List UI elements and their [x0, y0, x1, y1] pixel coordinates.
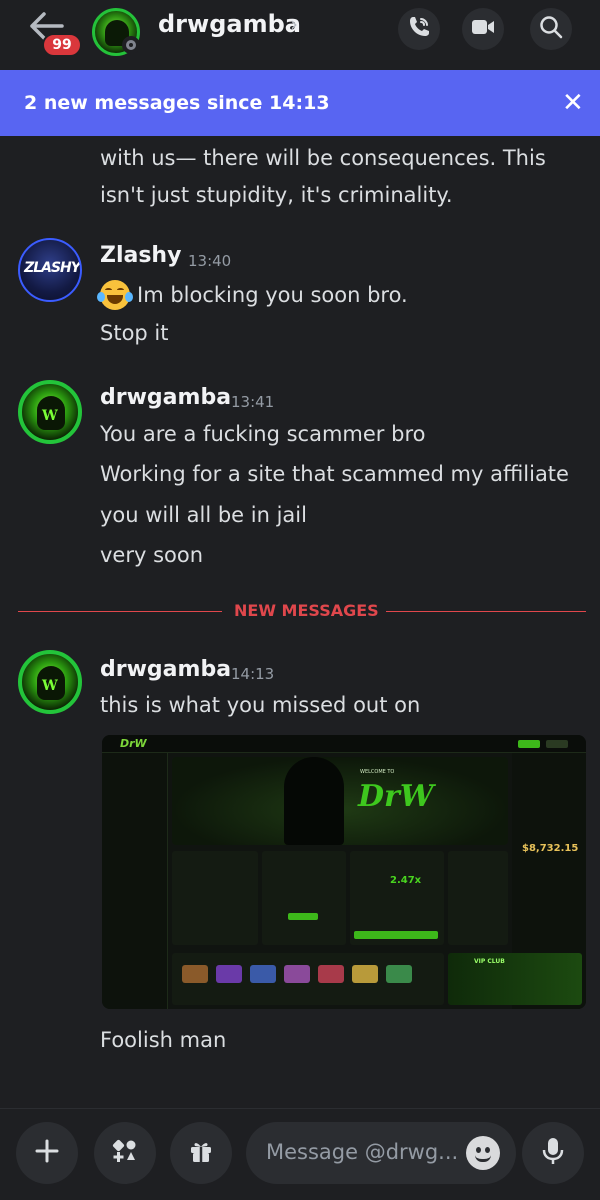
- apps-icon: [110, 1136, 140, 1170]
- search-button[interactable]: [530, 8, 572, 50]
- message-line: Stop it: [100, 321, 169, 345]
- add-attachment-button[interactable]: [16, 1122, 78, 1184]
- attachment-panel: [448, 851, 508, 945]
- phone-call-icon: [406, 14, 432, 44]
- attachment-login-button: [546, 740, 568, 748]
- video-camera-icon: [470, 16, 496, 42]
- case-icon: [352, 965, 378, 983]
- channel-name[interactable]: drwgamba: [158, 10, 301, 38]
- emoji-icon[interactable]: [466, 1136, 500, 1170]
- new-messages-divider-right: [386, 611, 586, 612]
- phone-call-button[interactable]: [398, 8, 440, 50]
- attachment-bet-button: [354, 931, 438, 939]
- message-author[interactable]: drwgamba: [100, 657, 231, 682]
- video-call-button[interactable]: [462, 8, 504, 50]
- case-icon: [318, 965, 344, 983]
- message-line: Working for a site that scammed my affil…: [100, 462, 569, 486]
- attachment-battle-button: [288, 913, 318, 920]
- voice-message-button[interactable]: [522, 1122, 584, 1184]
- case-icon: [216, 965, 242, 983]
- chevron-right-icon[interactable]: ›: [290, 12, 298, 36]
- attachment-welcome: WELCOME TO: [360, 769, 395, 775]
- joy-emoji-icon: [97, 280, 133, 310]
- message-line: Foolish man: [100, 1028, 227, 1052]
- unread-badge: 99: [42, 33, 82, 57]
- case-icon: [386, 965, 412, 983]
- attachment-hero: WELCOME TO DrW: [172, 757, 508, 845]
- message-line: isn't just stupidity, it's criminality.: [100, 183, 453, 207]
- message-input[interactable]: Message @drwg...: [246, 1122, 516, 1184]
- new-messages-divider-label: NEW MESSAGES: [234, 601, 379, 620]
- message-line: this is what you missed out on: [100, 693, 421, 717]
- hooded-figure: [284, 757, 344, 845]
- plus-icon: [33, 1137, 61, 1169]
- user-avatar[interactable]: ZLASHY: [18, 238, 82, 302]
- attachment-balance: $8,732.15: [522, 843, 579, 854]
- case-icon: [284, 965, 310, 983]
- message-author[interactable]: drwgamba: [100, 385, 231, 410]
- message-line: with us— there will be consequences. Thi…: [100, 146, 546, 170]
- apps-button[interactable]: [94, 1122, 156, 1184]
- image-attachment[interactable]: DrW WELCOME TO DrW $8,732.15 2.47x VIP C…: [102, 735, 586, 1009]
- attachment-brand: DrW: [358, 779, 434, 814]
- avatar-logo-text: ZLASHY: [24, 260, 80, 276]
- attachment-logo: DrW: [120, 737, 147, 750]
- new-messages-banner-text: 2 new messages since 14:13: [24, 92, 330, 114]
- case-icon: [250, 965, 276, 983]
- message-line: Im blocking you soon bro.: [137, 283, 408, 307]
- message-line: You are a fucking scammer bro: [100, 422, 426, 446]
- message-author[interactable]: Zlashy: [100, 243, 181, 268]
- attachment-multiplier: 2.47x: [390, 875, 422, 886]
- user-avatar[interactable]: W: [18, 650, 82, 714]
- attachment-vip-card: [448, 953, 582, 1005]
- close-icon[interactable]: ✕: [562, 90, 584, 116]
- gift-icon: [187, 1137, 215, 1169]
- attachment-panel: [262, 851, 346, 945]
- message-line: very soon: [100, 543, 204, 567]
- user-avatar[interactable]: W: [18, 380, 82, 444]
- message-timestamp: 14:13: [231, 665, 275, 683]
- search-icon: [538, 14, 564, 44]
- attachment-panel: [172, 851, 258, 945]
- new-messages-divider-left: [18, 611, 222, 612]
- message-line: you will all be in jail: [100, 503, 307, 527]
- message-timestamp: 13:41: [231, 393, 275, 411]
- message-timestamp: 13:40: [188, 252, 232, 270]
- attachment-vip-title: VIP CLUB: [474, 958, 505, 965]
- message-input-placeholder: Message @drwg...: [266, 1140, 456, 1164]
- offline-status-icon: [122, 36, 140, 54]
- new-messages-banner[interactable]: 2 new messages since 14:13 ✕: [0, 70, 600, 136]
- microphone-icon: [540, 1136, 566, 1170]
- gift-button[interactable]: [170, 1122, 232, 1184]
- case-icon: [182, 965, 208, 983]
- channel-header: 99 drwgamba ›: [0, 0, 600, 70]
- attachment-deposit-button: [518, 740, 540, 748]
- attachment-sidebar: [102, 753, 168, 1009]
- attachment-topbar: DrW: [102, 735, 586, 753]
